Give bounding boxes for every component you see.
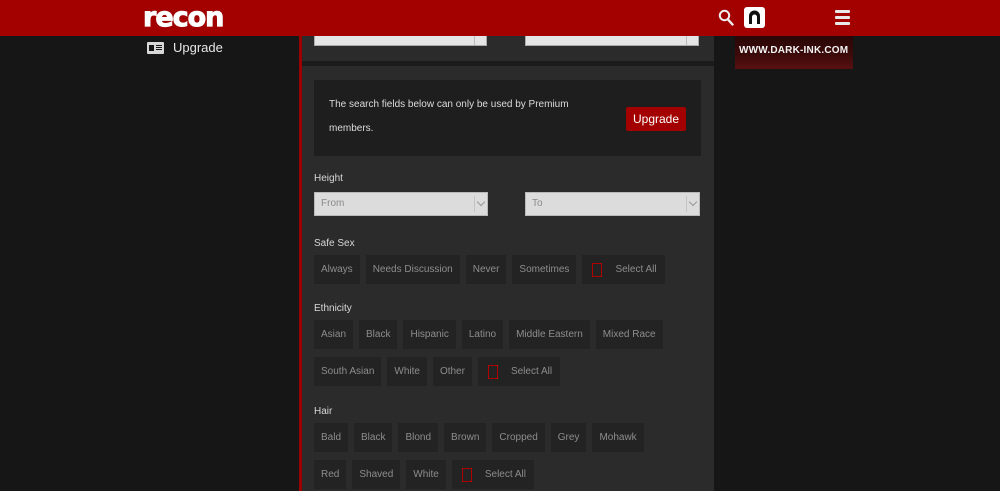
- option-chip[interactable]: White: [387, 357, 427, 386]
- ethnicity-label: Ethnicity: [314, 303, 352, 314]
- ethnicity-options-row1: Asian Black Hispanic Latino Middle Easte…: [314, 320, 663, 349]
- advertisement-text: WWW.DARK-INK.COM: [739, 45, 849, 56]
- search-filter-panel: The search fields below can only be used…: [299, 36, 714, 491]
- safe-sex-options: Always Needs Discussion Never Sometimes …: [314, 255, 665, 284]
- profile-avatar-icon: [749, 10, 760, 24]
- checkbox-icon: [487, 364, 498, 379]
- height-to-select[interactable]: To: [525, 192, 700, 216]
- upgrade-button[interactable]: Upgrade: [626, 107, 686, 131]
- select-all-chip[interactable]: Select All: [582, 255, 665, 284]
- id-card-icon: [147, 41, 164, 54]
- hair-options-row1: Bald Black Blond Brown Cropped Grey Moha…: [314, 423, 644, 452]
- option-chip[interactable]: Sometimes: [512, 255, 577, 284]
- select-all-chip[interactable]: Select All: [451, 460, 534, 489]
- option-chip[interactable]: Brown: [444, 423, 487, 452]
- top-navigation-bar: recon: [0, 0, 1000, 36]
- hair-options-row2: Red Shaved White Select All: [314, 460, 534, 489]
- option-chip[interactable]: Shaved: [352, 460, 401, 489]
- select-all-chip[interactable]: Select All: [477, 357, 561, 386]
- height-from-value: From: [321, 198, 345, 209]
- profile-icon[interactable]: [744, 7, 765, 28]
- option-chip[interactable]: Latino: [461, 320, 504, 349]
- sidebar-item-label: Upgrade: [173, 40, 223, 55]
- checkbox-icon: [461, 467, 472, 482]
- option-chip[interactable]: Blond: [398, 423, 439, 452]
- hair-label: Hair: [314, 406, 333, 417]
- advertisement-banner[interactable]: WWW.DARK-INK.COM: [735, 36, 853, 69]
- option-chip[interactable]: Mohawk: [592, 423, 644, 452]
- partial-select-left[interactable]: [314, 36, 487, 46]
- option-chip[interactable]: Needs Discussion: [365, 255, 460, 284]
- height-to-value: To: [532, 198, 543, 209]
- premium-notice-text: The search fields below can only be used…: [329, 99, 569, 134]
- chevron-down-icon: [476, 197, 486, 207]
- option-chip[interactable]: Hispanic: [403, 320, 456, 349]
- chevron-down-icon: [688, 197, 698, 207]
- select-all-label: Select All: [510, 366, 553, 377]
- option-chip[interactable]: Bald: [314, 423, 349, 452]
- recon-logo[interactable]: recon: [142, 2, 224, 33]
- left-sidebar: [0, 36, 300, 491]
- sidebar-item-upgrade[interactable]: Upgrade: [147, 40, 223, 55]
- option-chip[interactable]: Black: [354, 423, 393, 452]
- option-chip[interactable]: Grey: [550, 423, 587, 452]
- option-chip[interactable]: Asian: [314, 320, 354, 349]
- option-chip[interactable]: Always: [314, 255, 360, 284]
- height-from-select[interactable]: From: [314, 192, 488, 216]
- safe-sex-label: Safe Sex: [314, 238, 355, 249]
- option-chip[interactable]: Black: [359, 320, 398, 349]
- hamburger-menu-icon[interactable]: [835, 10, 850, 25]
- option-chip[interactable]: Never: [465, 255, 507, 284]
- select-all-label: Select All: [615, 264, 657, 275]
- select-all-label: Select All: [484, 469, 526, 480]
- ethnicity-options-row2: South Asian White Other Select All: [314, 357, 561, 386]
- search-icon[interactable]: [718, 9, 734, 27]
- option-chip[interactable]: Red: [314, 460, 347, 489]
- partial-select-right[interactable]: [525, 36, 699, 46]
- option-chip[interactable]: Mixed Race: [595, 320, 663, 349]
- option-chip[interactable]: Cropped: [492, 423, 545, 452]
- option-chip[interactable]: South Asian: [314, 357, 382, 386]
- checkbox-icon: [592, 262, 603, 277]
- height-label: Height: [314, 173, 343, 184]
- premium-notice: The search fields below can only be used…: [314, 80, 701, 156]
- section-divider: [302, 61, 714, 66]
- option-chip[interactable]: Middle Eastern: [509, 320, 590, 349]
- option-chip[interactable]: White: [406, 460, 446, 489]
- option-chip[interactable]: Other: [432, 357, 472, 386]
